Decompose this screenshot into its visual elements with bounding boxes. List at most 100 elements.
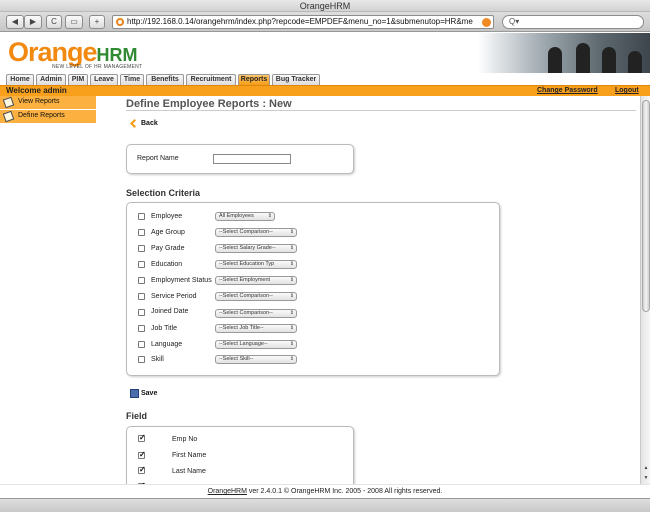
scroll-up-icon[interactable]: ▲: [642, 464, 650, 472]
tab-time[interactable]: Time: [120, 74, 144, 85]
criteria-checkbox-employee[interactable]: [138, 213, 145, 220]
updown-icon: ⇕: [289, 293, 294, 299]
logout-link[interactable]: Logout: [615, 86, 639, 96]
page-footer: OrangeHRM ver 2.4.0.1 © OrangeHRM Inc. 2…: [0, 484, 650, 498]
save-button[interactable]: Save: [130, 388, 157, 399]
window-title: OrangeHRM: [0, 0, 650, 12]
select-value: --Select Skill--: [219, 356, 254, 362]
skill-select[interactable]: --Select Skill-- ⇕: [215, 355, 297, 364]
select-value: --Select Salary Grade--: [219, 245, 276, 251]
back-button[interactable]: Back: [130, 118, 158, 129]
side-item-label: Define Reports: [18, 112, 65, 119]
address-bar[interactable]: http://192.168.0.14/orangehrm/index.php?…: [112, 15, 494, 29]
joined-date-select[interactable]: --Select Comparison-- ⇕: [215, 309, 297, 318]
main-content: Define Employee Reports : New Back Repor…: [96, 96, 640, 484]
criteria-checkbox-job-title[interactable]: [138, 325, 145, 332]
pay-grade-select[interactable]: --Select Salary Grade-- ⇕: [215, 244, 297, 253]
tab-leave[interactable]: Leave: [90, 74, 118, 85]
criteria-checkbox-age-group[interactable]: [138, 229, 145, 236]
scrollbar-thumb[interactable]: [642, 100, 650, 312]
field-checkbox-first-name[interactable]: [138, 450, 146, 459]
selection-criteria-panel: Employee All Employees ⇕ Age Group --Sele…: [126, 202, 500, 376]
field-title: Field: [126, 411, 148, 421]
tab-admin[interactable]: Admin: [36, 74, 66, 85]
criteria-checkbox-employment-status[interactable]: [138, 277, 145, 284]
report-name-input[interactable]: [213, 154, 291, 164]
pencil-icon: [2, 96, 15, 109]
screenshot-button[interactable]: ▭: [65, 15, 83, 29]
criteria-label: Joined Date: [151, 308, 189, 315]
main-nav: Home Admin PIM Leave Time Benefits Recru…: [0, 73, 650, 85]
rss-icon[interactable]: [482, 18, 491, 27]
browser-status-bar: [0, 498, 650, 512]
back-button-label: Back: [141, 120, 158, 127]
side-item-view-reports[interactable]: View Reports: [0, 96, 96, 110]
tab-recruitment[interactable]: Recruitment: [186, 74, 236, 85]
tab-reports[interactable]: Reports: [238, 74, 270, 85]
field-label: Last Name: [172, 468, 206, 475]
url-text: http://192.168.0.14/orangehrm/index.php?…: [127, 17, 473, 26]
education-select[interactable]: --Select Education Typ ⇕: [215, 260, 297, 269]
browser-toolbar: ◀ ▶ C ▭ + http://192.168.0.14/orangehrm/…: [0, 12, 650, 32]
select-value: All Employees: [219, 213, 254, 219]
updown-icon: ⇕: [289, 261, 294, 267]
banner-person: [628, 51, 642, 73]
save-button-label: Save: [141, 390, 158, 397]
scroll-down-icon[interactable]: ▼: [642, 474, 650, 482]
service-period-select[interactable]: --Select Comparison-- ⇕: [215, 292, 297, 301]
employment-status-select[interactable]: --Select Employment ⇕: [215, 276, 297, 285]
select-value: --Select Comparison--: [219, 310, 273, 316]
field-checkbox-emp-no[interactable]: [138, 433, 146, 442]
reload-button[interactable]: C: [46, 15, 62, 29]
side-item-define-reports[interactable]: Define Reports: [0, 110, 96, 124]
employee-select[interactable]: All Employees ⇕: [215, 212, 275, 221]
age-group-select[interactable]: --Select Comparison-- ⇕: [215, 228, 297, 237]
back-nav-button[interactable]: ◀: [6, 15, 24, 29]
welcome-bar: Welcome admin Change Password Logout: [0, 85, 650, 96]
criteria-label: Service Period: [151, 293, 197, 300]
tab-benefits[interactable]: Benefits: [146, 74, 184, 85]
select-value: --Select Job Title--: [219, 325, 264, 331]
tab-bug-tracker[interactable]: Bug Tracker: [272, 74, 320, 85]
title-divider: [126, 110, 636, 111]
site-icon: [116, 18, 124, 26]
footer-brand-link[interactable]: OrangeHRM: [208, 488, 247, 495]
field-checkbox-last-name[interactable]: [138, 465, 146, 474]
tab-home[interactable]: Home: [6, 74, 34, 85]
criteria-label: Employment Status: [151, 277, 212, 284]
criteria-label: Language: [151, 341, 183, 348]
updown-icon: ⇕: [289, 245, 294, 251]
language-select[interactable]: --Select Language-- ⇕: [215, 340, 297, 349]
criteria-label: Age Group: [151, 229, 185, 236]
criteria-checkbox-pay-grade[interactable]: [138, 245, 145, 252]
banner-person: [548, 47, 562, 73]
header-banner-image: [478, 33, 650, 73]
criteria-label: Skill: [151, 356, 164, 363]
criteria-checkbox-service-period[interactable]: [138, 293, 145, 300]
pencil-icon: [2, 110, 15, 123]
banner-person: [576, 43, 590, 73]
add-bookmark-button[interactable]: +: [89, 15, 105, 29]
selection-criteria-title: Selection Criteria: [126, 188, 201, 198]
criteria-label: Employee: [151, 213, 183, 220]
image-icon: ▭: [70, 17, 78, 26]
page-title: Define Employee Reports : New: [126, 98, 292, 110]
report-name-label: Report Name: [137, 155, 179, 162]
vertical-scrollbar[interactable]: ▲ ▼: [640, 96, 650, 484]
select-value: --Select Comparison--: [219, 229, 273, 235]
job-title-select[interactable]: --Select Job Title-- ⇕: [215, 324, 297, 333]
forward-nav-button[interactable]: ▶: [24, 15, 42, 29]
field-label: Emp No: [172, 436, 198, 443]
updown-icon: ⇕: [289, 341, 294, 347]
criteria-checkbox-education[interactable]: [138, 261, 145, 268]
field-label: First Name: [172, 452, 207, 459]
criteria-checkbox-skill[interactable]: [138, 356, 145, 363]
criteria-checkbox-language[interactable]: [138, 341, 145, 348]
search-input[interactable]: Q▾: [502, 15, 644, 29]
select-value: --Select Employment: [219, 277, 271, 283]
change-password-link[interactable]: Change Password: [537, 86, 598, 96]
updown-icon: ⇕: [289, 277, 294, 283]
criteria-checkbox-joined-date[interactable]: [138, 309, 145, 316]
side-item-label: View Reports: [18, 98, 60, 105]
tab-pim[interactable]: PIM: [68, 74, 88, 85]
